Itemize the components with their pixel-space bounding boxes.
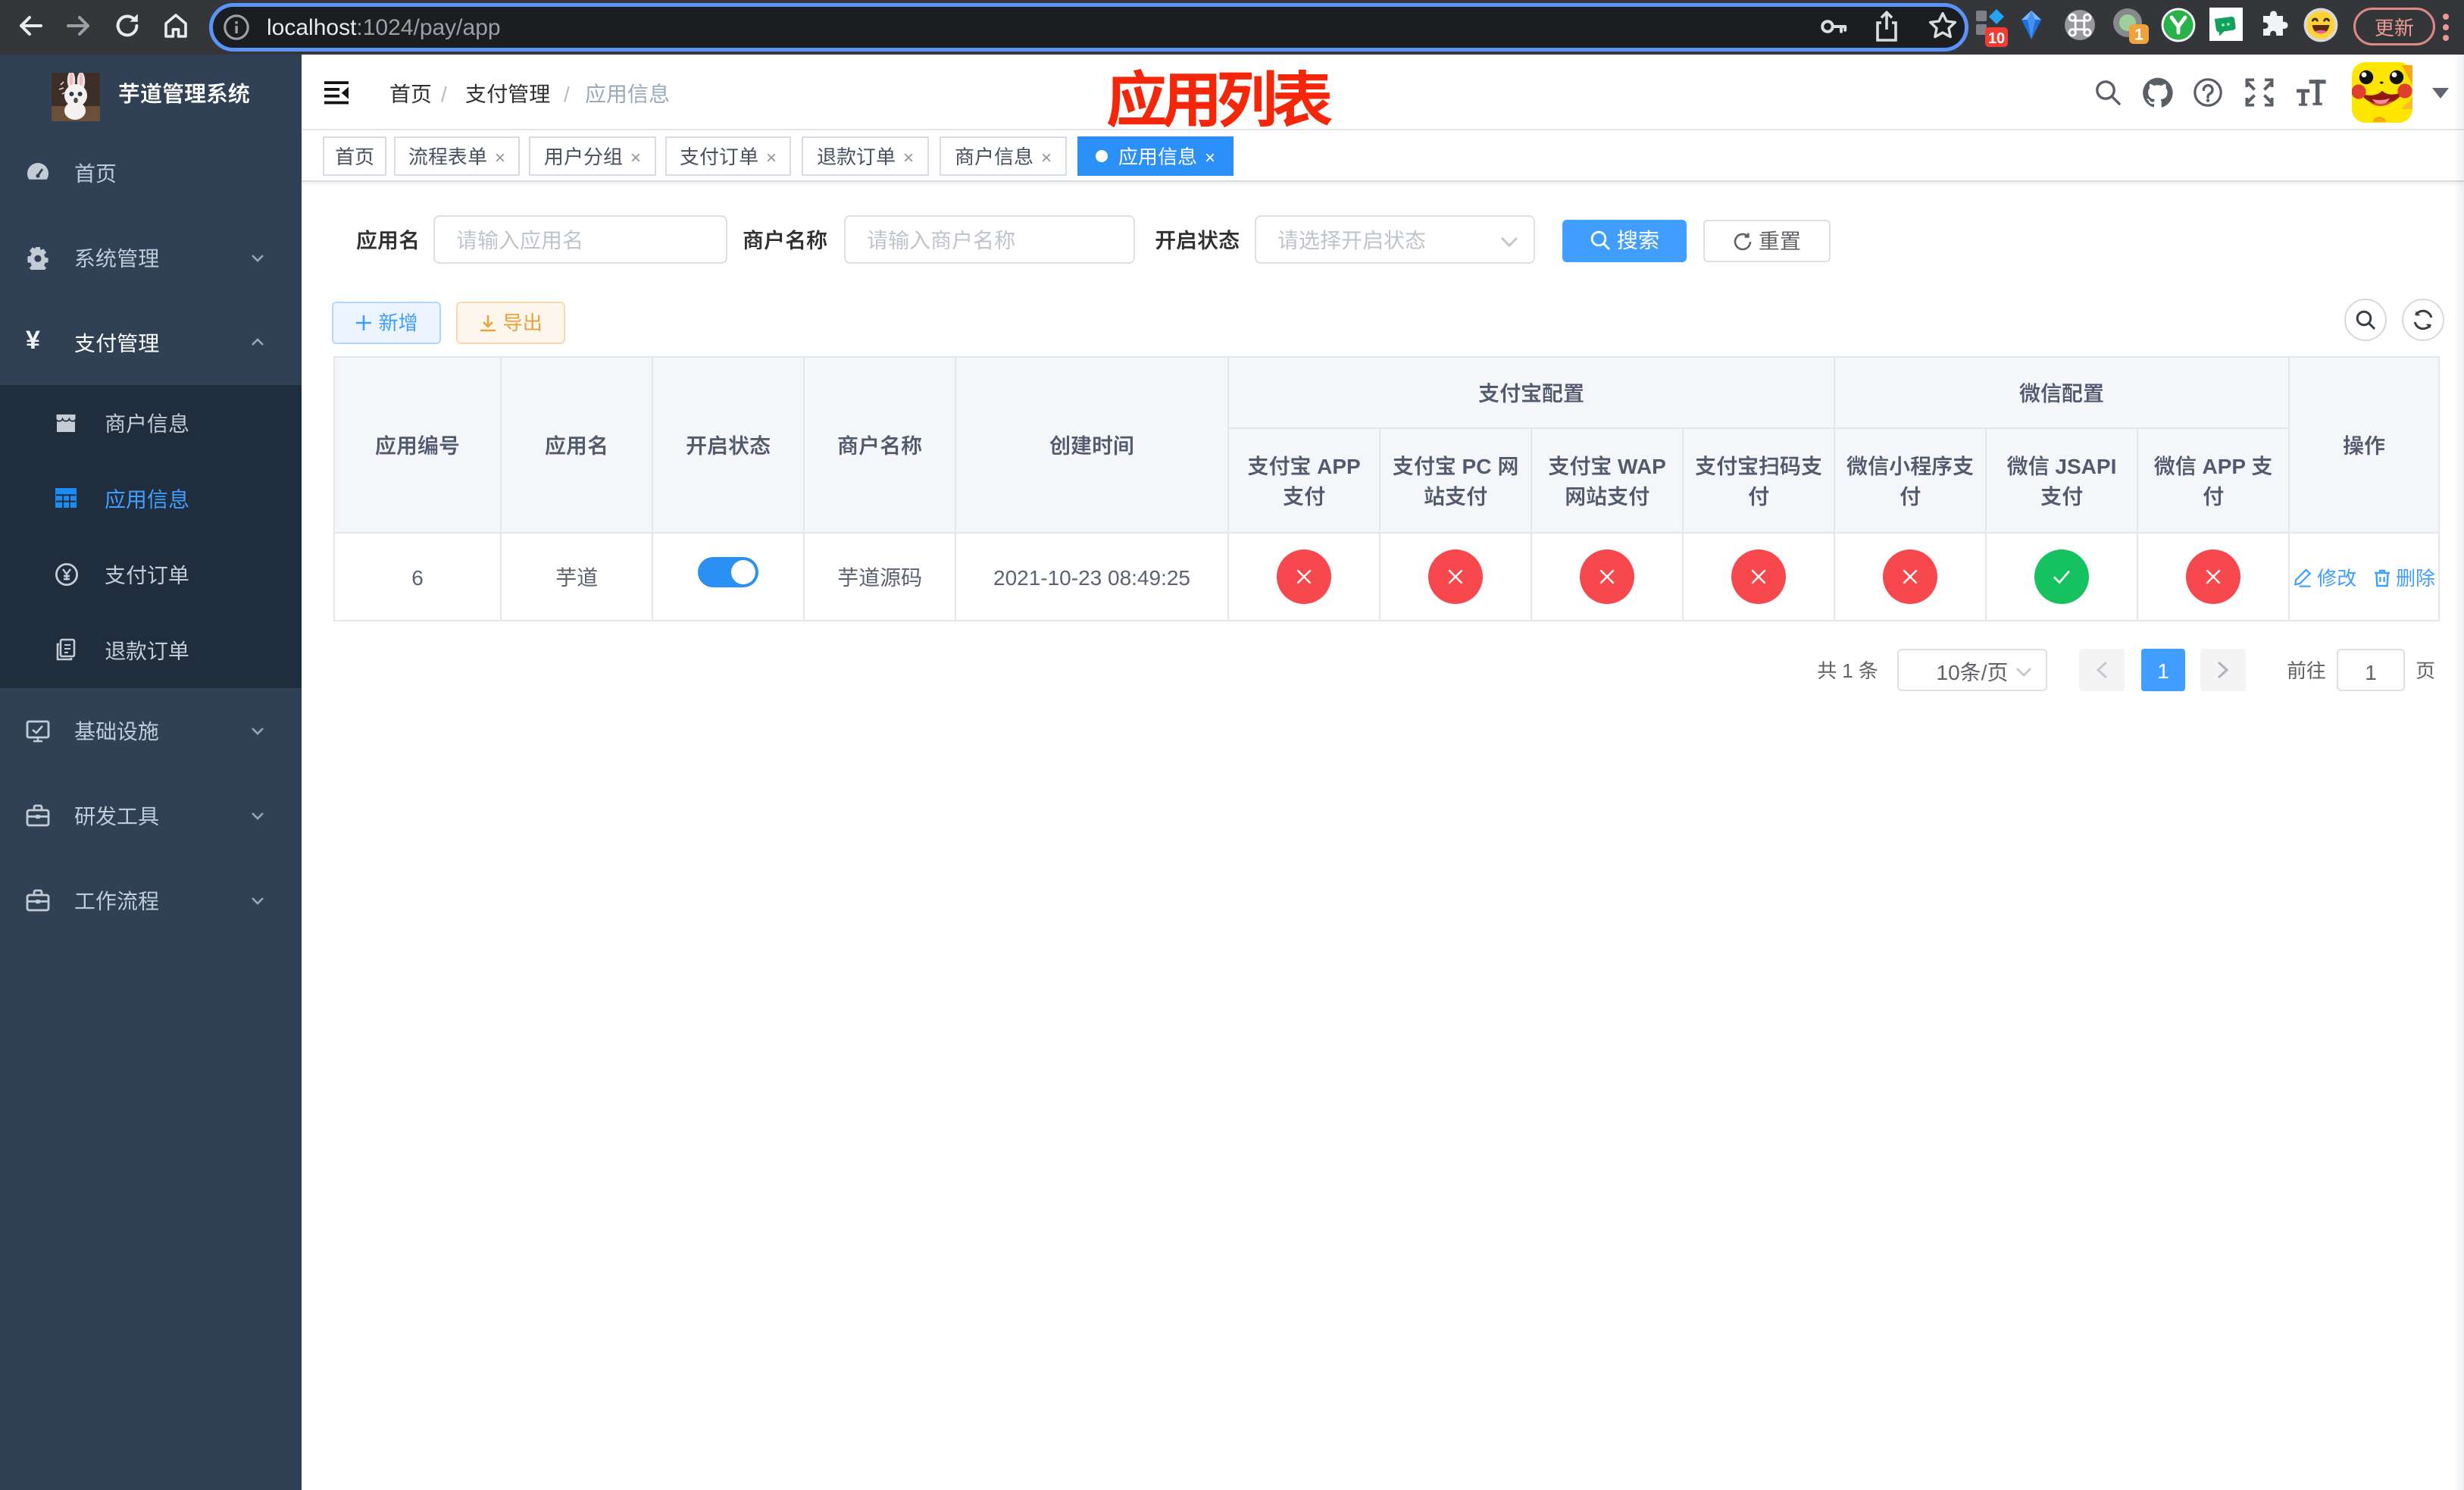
svg-text:1: 1 — [2134, 27, 2143, 44]
svg-text:10: 10 — [1988, 30, 2005, 47]
